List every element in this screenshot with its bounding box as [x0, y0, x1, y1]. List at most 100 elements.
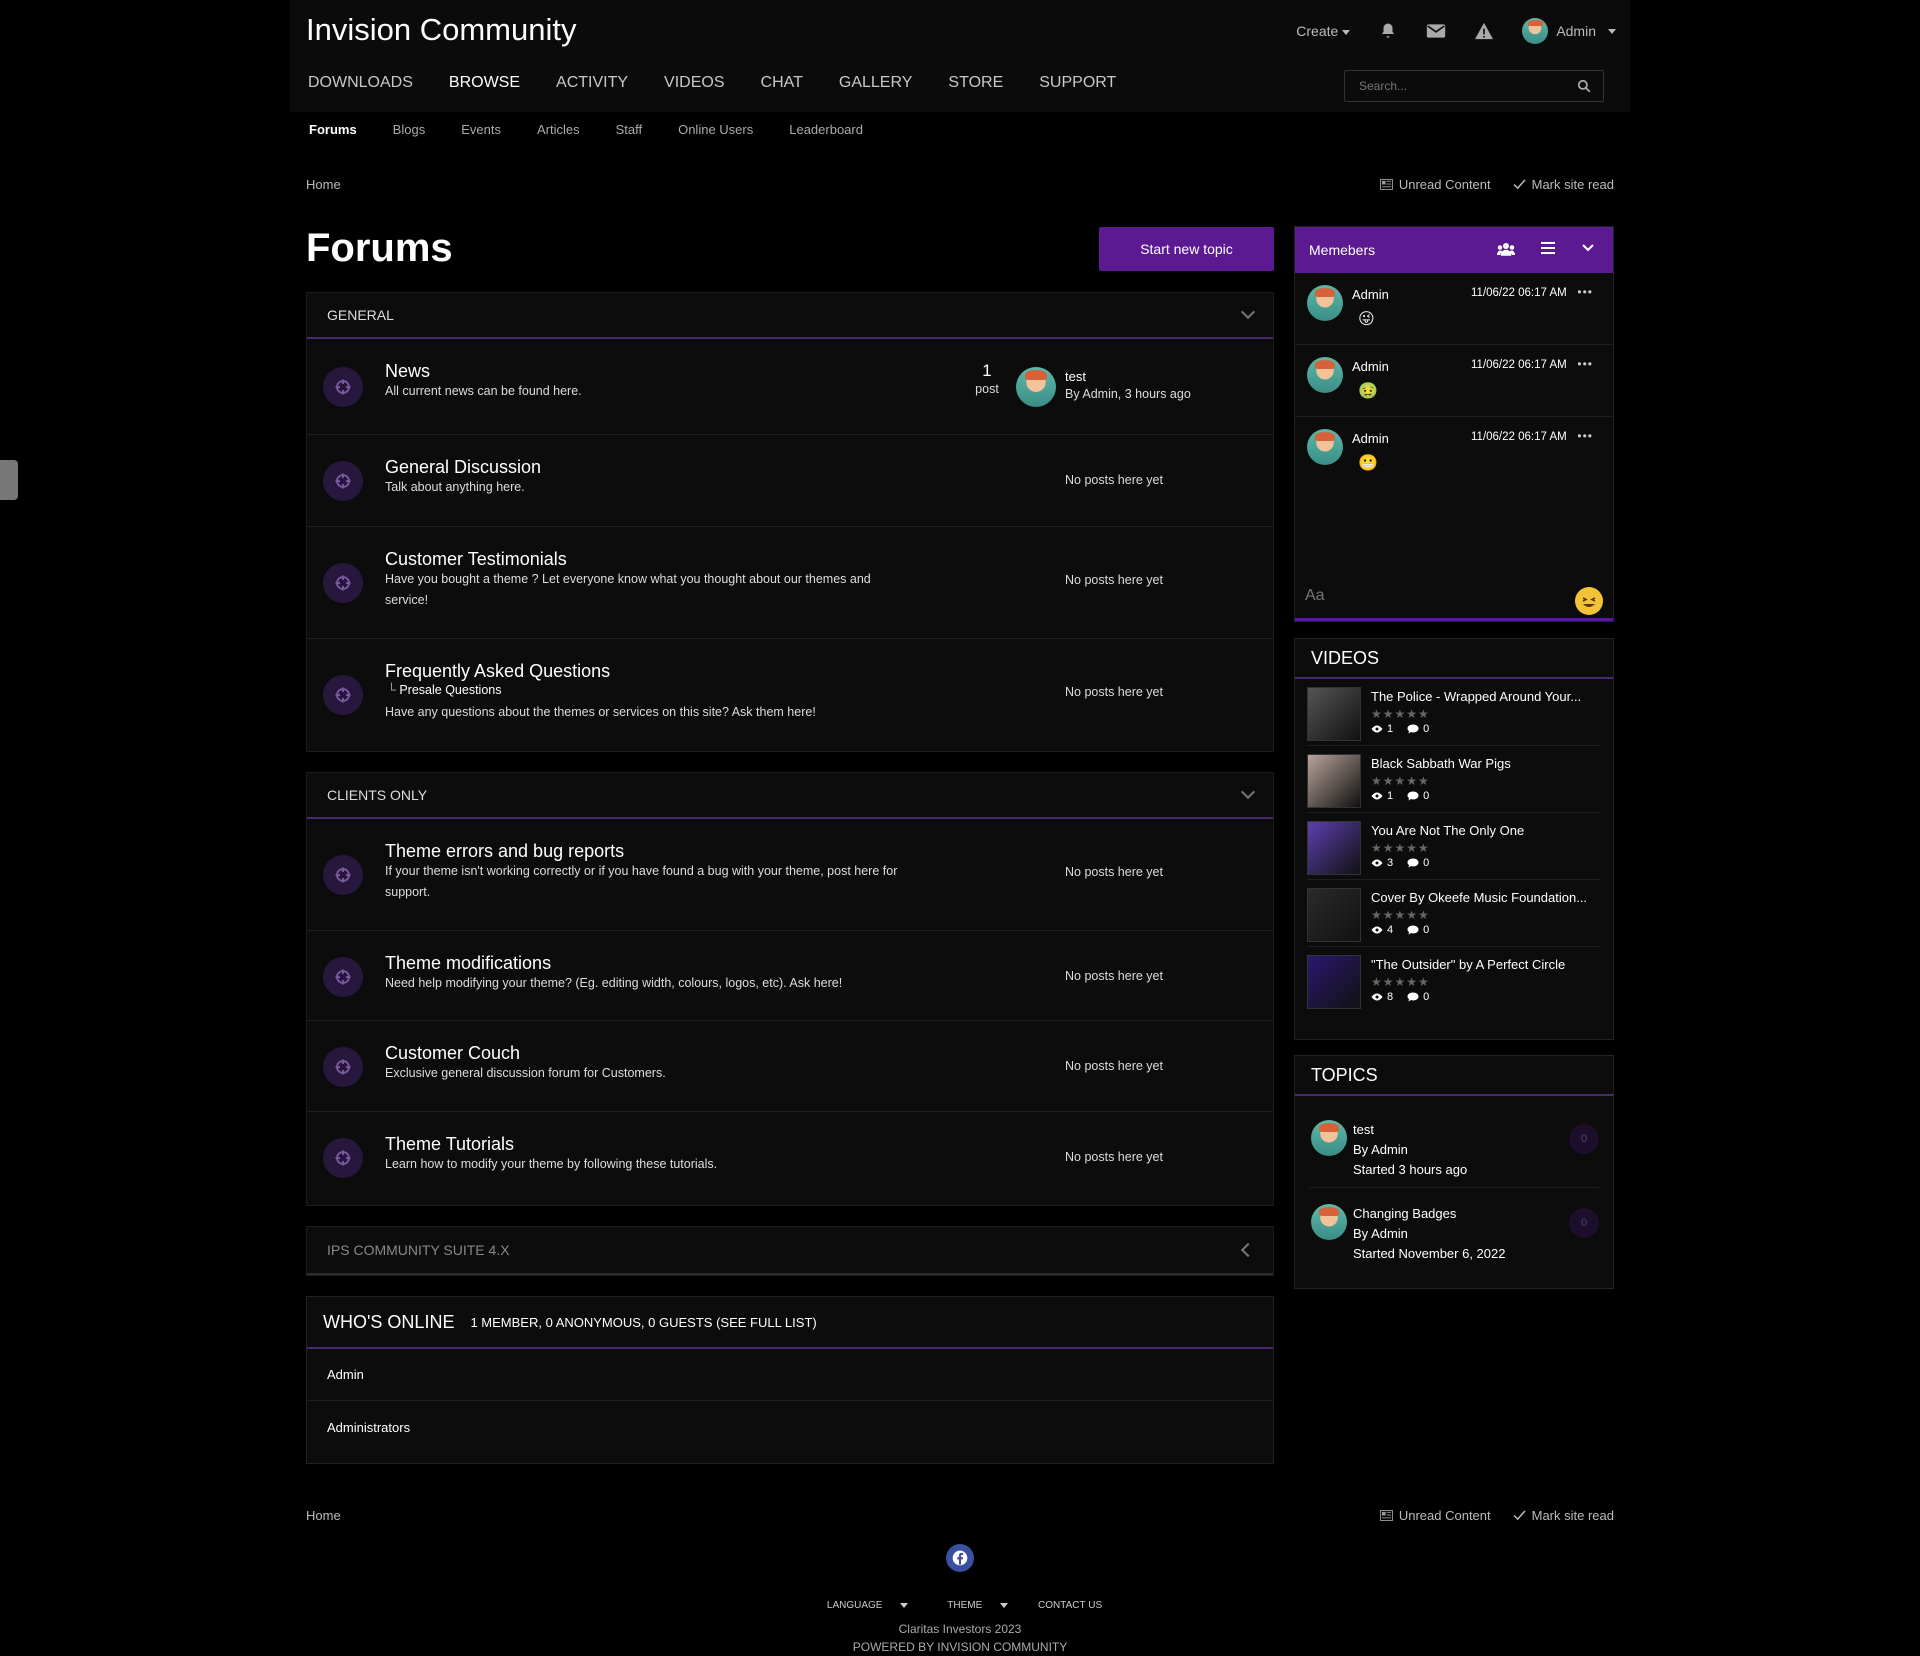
chat-avatar[interactable]: [1307, 429, 1343, 465]
chat-author[interactable]: Admin: [1352, 431, 1389, 446]
online-group[interactable]: Administrators: [307, 1401, 1273, 1453]
forum-title[interactable]: Theme errors and bug reports: [385, 841, 624, 862]
forum-title[interactable]: News: [385, 361, 430, 382]
topic-title[interactable]: Changing Badges: [1353, 1204, 1505, 1224]
emoji-picker-icon[interactable]: [1575, 587, 1603, 615]
more-options-icon[interactable]: •••: [1577, 429, 1593, 443]
users-icon[interactable]: [1497, 241, 1515, 257]
forum-title[interactable]: Customer Testimonials: [385, 549, 567, 570]
video-thumbnail[interactable]: [1307, 821, 1361, 875]
video-title[interactable]: You Are Not The Only One: [1371, 823, 1524, 838]
video-title[interactable]: Black Sabbath War Pigs: [1371, 756, 1511, 771]
create-menu[interactable]: Create: [1296, 23, 1351, 39]
envelope-icon[interactable]: [1426, 21, 1446, 41]
search-icon[interactable]: [1577, 79, 1591, 96]
contact-us-link[interactable]: CONTACT US: [1038, 1600, 1102, 1611]
video-item[interactable]: "The Outsider" by A Perfect Circle ★★★★★ 8…: [1307, 947, 1601, 1014]
forum-row[interactable]: Customer Testimonials Have you bought a …: [307, 527, 1273, 639]
forum-row[interactable]: News All current news can be found here.…: [307, 339, 1273, 435]
chevron-down-icon[interactable]: [1240, 304, 1256, 320]
category-header[interactable]: IPS COMMUNITY SUITE 4.X: [307, 1227, 1273, 1275]
chat-author[interactable]: Admin: [1352, 359, 1389, 374]
site-brand[interactable]: Invision Community: [306, 12, 576, 48]
topic-item[interactable]: Changing Badges By Admin Started Novembe…: [1309, 1188, 1599, 1272]
video-thumbnail[interactable]: [1307, 888, 1361, 942]
start-new-topic-button[interactable]: Start new topic: [1099, 227, 1274, 271]
footer-unread-content-link[interactable]: Unread Content: [1379, 1508, 1491, 1523]
chevron-down-icon[interactable]: [1581, 241, 1595, 255]
breadcrumb-home[interactable]: Home: [306, 177, 341, 192]
chevron-down-icon[interactable]: [1240, 784, 1256, 800]
forum-row[interactable]: Customer Couch Exclusive general discuss…: [307, 1021, 1273, 1112]
user-menu[interactable]: Admin: [1522, 18, 1616, 44]
mark-site-read-link[interactable]: Mark site read: [1513, 177, 1614, 192]
forum-title[interactable]: Theme Tutorials: [385, 1134, 514, 1155]
last-post-title[interactable]: test: [1065, 369, 1086, 384]
video-item[interactable]: You Are Not The Only One ★★★★★ 3 0: [1307, 813, 1601, 880]
theme-menu[interactable]: THEME: [938, 1600, 1017, 1611]
nav-browse[interactable]: BROWSE: [431, 74, 538, 92]
forum-title[interactable]: General Discussion: [385, 457, 541, 478]
chevron-left-icon[interactable]: [1240, 1242, 1256, 1258]
forum-row[interactable]: General Discussion Talk about anything h…: [307, 435, 1273, 527]
nav-support[interactable]: SUPPORT: [1021, 74, 1134, 92]
nav-downloads[interactable]: DOWNLOADS: [290, 74, 431, 92]
more-options-icon[interactable]: •••: [1577, 357, 1593, 371]
category-header[interactable]: GENERAL: [307, 293, 1273, 339]
language-menu[interactable]: LANGUAGE: [818, 1600, 918, 1611]
chat-author[interactable]: Admin: [1352, 287, 1389, 302]
side-scroll-tab[interactable]: [0, 460, 18, 500]
menu-icon[interactable]: [1541, 241, 1555, 255]
unread-content-link[interactable]: Unread Content: [1379, 177, 1491, 192]
forum-row[interactable]: Theme errors and bug reports If your the…: [307, 819, 1273, 931]
bell-icon[interactable]: [1378, 21, 1398, 41]
video-item[interactable]: Cover By Okeefe Music Foundation... ★★★★★…: [1307, 880, 1601, 947]
topic-author-avatar[interactable]: [1311, 1204, 1347, 1240]
footer-home-link[interactable]: Home: [306, 1508, 341, 1523]
video-title[interactable]: "The Outsider" by A Perfect Circle: [1371, 957, 1565, 972]
video-title[interactable]: The Police - Wrapped Around Your...: [1371, 689, 1581, 704]
subnav-forums[interactable]: Forums: [309, 122, 357, 137]
video-thumbnail[interactable]: [1307, 754, 1361, 808]
forum-row[interactable]: Theme Tutorials Learn how to modify your…: [307, 1112, 1273, 1202]
topic-title[interactable]: test: [1353, 1120, 1467, 1140]
subnav-articles[interactable]: Articles: [537, 122, 580, 137]
topic-item[interactable]: test By Admin Started 3 hours ago 0: [1309, 1104, 1599, 1188]
video-list: The Police - Wrapped Around Your... ★★★★★…: [1295, 679, 1613, 1014]
subnav-staff[interactable]: Staff: [616, 122, 643, 137]
subnav-blogs[interactable]: Blogs: [393, 122, 426, 137]
forum-row[interactable]: Theme modifications Need help modifying …: [307, 931, 1273, 1021]
whos-online-summary[interactable]: 1 MEMBER, 0 ANONYMOUS, 0 GUESTS (SEE FUL…: [470, 1315, 816, 1330]
subnav-leaderboard[interactable]: Leaderboard: [789, 122, 863, 137]
forum-row[interactable]: Frequently Asked Questions └ Presale Que…: [307, 639, 1273, 749]
nav-chat[interactable]: CHAT: [743, 74, 821, 92]
forum-title[interactable]: Theme modifications: [385, 953, 551, 974]
topic-author-avatar[interactable]: [1311, 1120, 1347, 1156]
facebook-icon[interactable]: [946, 1544, 974, 1572]
warning-icon[interactable]: [1474, 21, 1494, 41]
footer-mark-site-read-link[interactable]: Mark site read: [1513, 1508, 1614, 1523]
nav-store[interactable]: STORE: [930, 74, 1021, 92]
search-input[interactable]: [1345, 71, 1565, 101]
subnav-online-users[interactable]: Online Users: [678, 122, 753, 137]
online-member[interactable]: Admin: [307, 1349, 1273, 1401]
powered-by[interactable]: POWERED BY INVISION COMMUNITY: [0, 1640, 1920, 1654]
more-options-icon[interactable]: •••: [1577, 285, 1593, 299]
category-header[interactable]: CLIENTS ONLY: [307, 773, 1273, 819]
last-poster-avatar[interactable]: [1016, 367, 1056, 407]
nav-activity[interactable]: ACTIVITY: [538, 74, 646, 92]
subnav-events[interactable]: Events: [461, 122, 501, 137]
subforum-link[interactable]: └ Presale Questions: [387, 683, 501, 697]
chat-avatar[interactable]: [1307, 357, 1343, 393]
nav-gallery[interactable]: GALLERY: [821, 74, 931, 92]
nav-videos[interactable]: VIDEOS: [646, 74, 742, 92]
video-item[interactable]: The Police - Wrapped Around Your... ★★★★★…: [1307, 679, 1601, 746]
forum-title[interactable]: Customer Couch: [385, 1043, 520, 1064]
chat-avatar[interactable]: [1307, 285, 1343, 321]
video-title[interactable]: Cover By Okeefe Music Foundation...: [1371, 890, 1587, 905]
video-thumbnail[interactable]: [1307, 687, 1361, 741]
forum-title[interactable]: Frequently Asked Questions: [385, 661, 610, 682]
video-thumbnail[interactable]: [1307, 955, 1361, 1009]
video-item[interactable]: Black Sabbath War Pigs ★★★★★ 1 0: [1307, 746, 1601, 813]
chat-message-input[interactable]: [1305, 587, 1545, 605]
